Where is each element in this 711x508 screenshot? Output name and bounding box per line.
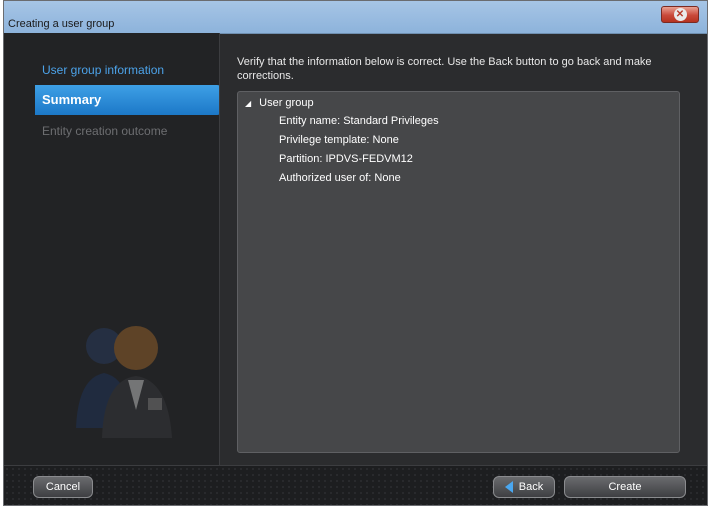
tree-leaf-entity-name: Entity name: Standard Privileges bbox=[279, 115, 439, 127]
tree-node-label: User group bbox=[259, 97, 314, 109]
step-user-group-information[interactable]: User group information bbox=[42, 63, 164, 77]
create-button[interactable]: Create bbox=[564, 476, 686, 498]
window-title: Creating a user group bbox=[8, 18, 115, 30]
close-button[interactable]: ✕ bbox=[661, 6, 699, 23]
users-icon bbox=[76, 326, 172, 438]
back-button-label: Back bbox=[518, 481, 544, 493]
instructions-text: Verify that the information below is cor… bbox=[237, 56, 652, 82]
title-bar[interactable]: Creating a user group ✕ bbox=[4, 1, 707, 34]
step-summary[interactable]: Summary bbox=[42, 92, 101, 107]
close-icon: ✕ bbox=[673, 8, 687, 21]
back-button[interactable]: Back bbox=[493, 476, 555, 498]
wizard-steps-sidebar: User group information Summary Entity cr… bbox=[4, 33, 220, 465]
back-arrow-icon bbox=[504, 481, 513, 493]
footer-bar: Cancel Back Create bbox=[4, 465, 707, 505]
cancel-button[interactable]: Cancel bbox=[33, 476, 93, 498]
expand-triangle-icon[interactable]: ◢ bbox=[245, 99, 251, 108]
tree-leaf-partition: Partition: IPDVS-FEDVM12 bbox=[279, 153, 413, 165]
step-entity-creation-outcome: Entity creation outcome bbox=[42, 124, 168, 138]
tree-leaf-privilege-template: Privilege template: None bbox=[279, 134, 399, 146]
dialog-window: Creating a user group ✕ User group infor… bbox=[3, 0, 708, 506]
tree-leaf-authorized-user-of: Authorized user of: None bbox=[279, 172, 401, 184]
tree-node-user-group[interactable]: ◢ User group bbox=[245, 97, 314, 109]
summary-tree-panel: ◢ User group Entity name: Standard Privi… bbox=[237, 91, 680, 453]
